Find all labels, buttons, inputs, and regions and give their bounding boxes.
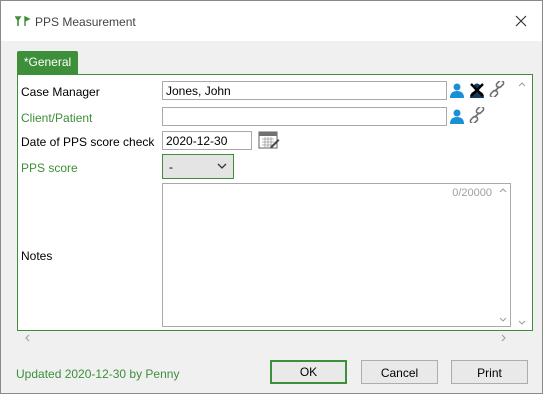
client-patient-label: Client/Patient [21, 111, 93, 125]
dialog-window: PPS Measurement *General Case Manager Jo… [0, 0, 543, 394]
calendar-icon[interactable] [258, 130, 280, 150]
date-check-label: Date of PPS score check [21, 135, 155, 149]
pps-score-value: - [169, 160, 173, 174]
panel-vertical-scrollbar[interactable] [514, 75, 530, 331]
person-icon[interactable] [449, 108, 465, 124]
print-button[interactable]: Print [451, 360, 528, 384]
case-manager-label: Case Manager [21, 85, 100, 99]
person-icon[interactable] [449, 82, 465, 98]
status-text: Updated 2020-12-30 by Penny [16, 367, 180, 381]
chevron-down-icon [217, 163, 227, 169]
notes-scrollbar[interactable] [496, 184, 510, 326]
window-title: PPS Measurement [35, 15, 136, 29]
notes-textarea[interactable]: 0/20000 [162, 183, 511, 327]
date-check-field[interactable]: 2020-12-30 [162, 131, 252, 150]
notes-label: Notes [21, 249, 53, 263]
pps-score-select[interactable]: - [162, 154, 234, 179]
panel-horizontal-scrollbar[interactable] [17, 331, 531, 345]
close-icon[interactable] [511, 11, 531, 31]
pps-score-label: PPS score [21, 161, 78, 175]
title-bar: PPS Measurement [1, 1, 542, 41]
ok-button[interactable]: OK [270, 360, 347, 384]
remove-icon[interactable] [469, 82, 485, 98]
notes-char-counter: 0/20000 [452, 187, 492, 199]
cancel-button[interactable]: Cancel [361, 360, 438, 384]
link-icon[interactable] [489, 81, 505, 97]
app-icon [15, 15, 31, 26]
general-panel: Case Manager Jones, John Client/Patient [17, 74, 533, 331]
link-icon[interactable] [469, 107, 485, 123]
case-manager-field[interactable]: Jones, John [162, 81, 447, 100]
client-patient-field[interactable] [162, 107, 447, 126]
tab-general[interactable]: *General [17, 51, 78, 74]
